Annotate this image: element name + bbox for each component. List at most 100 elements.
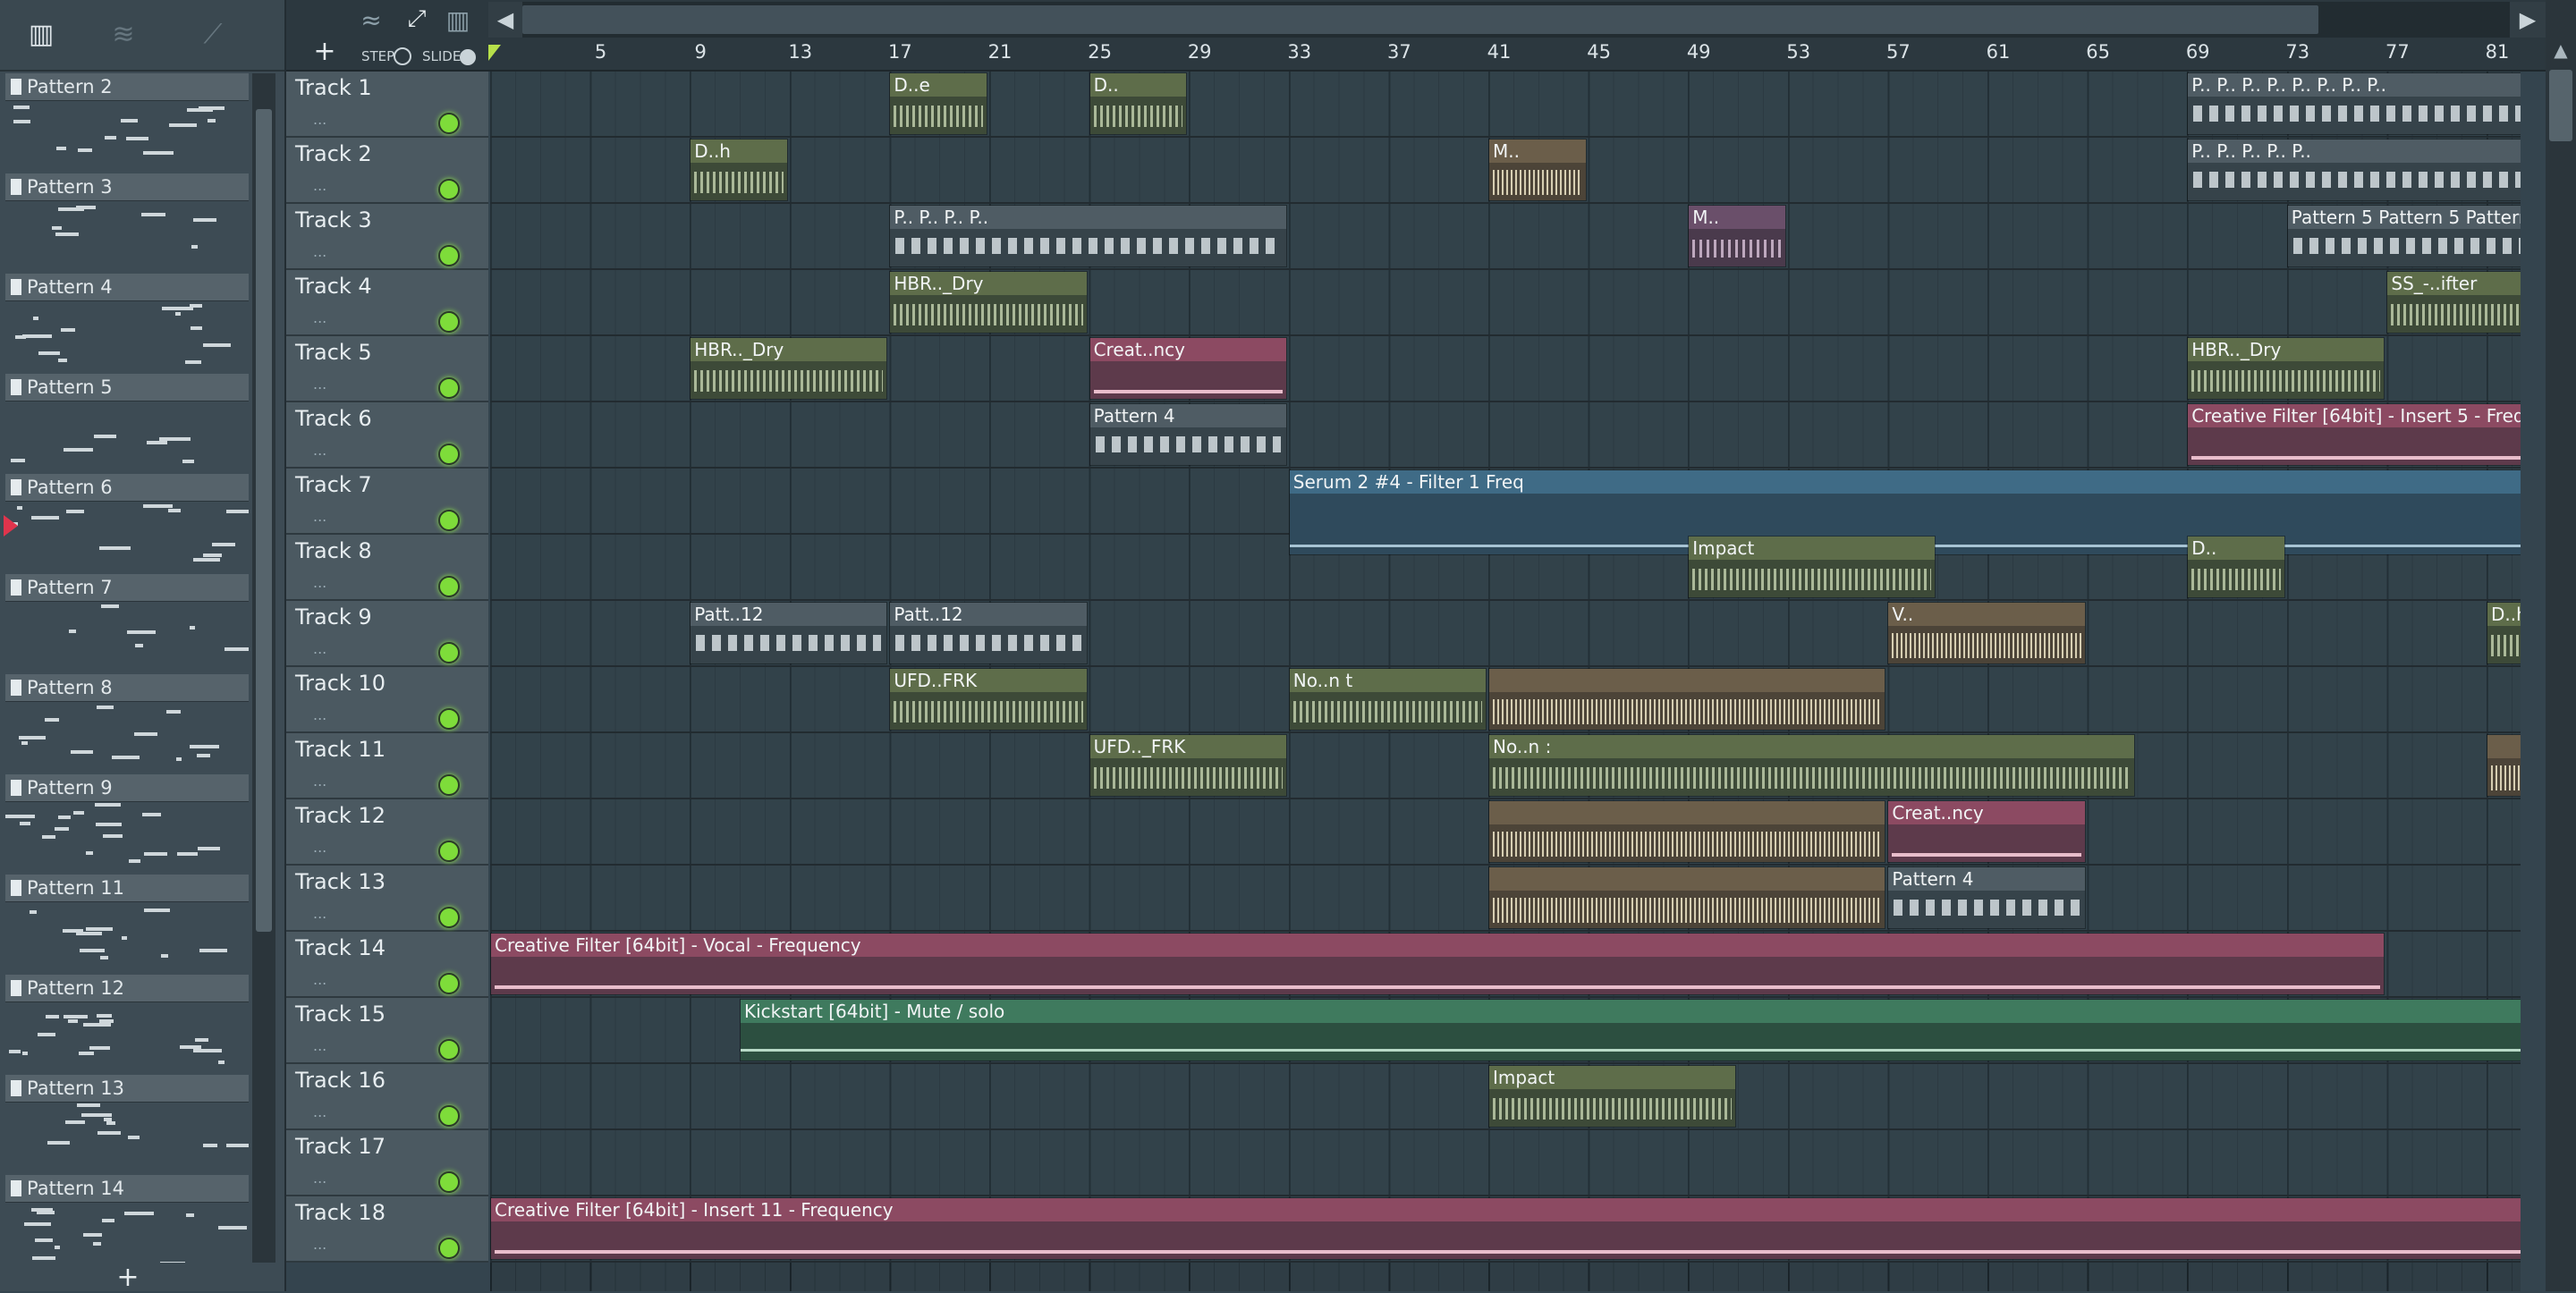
clip-content[interactable] — [1489, 758, 2135, 796]
ruler-tick[interactable]: 49 — [1687, 41, 1711, 63]
picker-scroll-thumb[interactable] — [256, 109, 272, 932]
playlist-clip[interactable]: P.. P.. P.. P.. — [889, 205, 1287, 267]
playlist-clip[interactable]: UFD..FRK — [889, 668, 1088, 731]
track-header[interactable]: Track 9... — [286, 601, 488, 667]
clip-content[interactable] — [691, 626, 887, 663]
clip-label[interactable]: P.. P.. P.. P.. — [890, 206, 1286, 229]
playlist-clip[interactable]: P.. P.. P.. P.. P.. P.. P.. P.. — [2187, 72, 2521, 135]
timeline-ruler[interactable]: 5913172125293337414549535761656973778185… — [490, 41, 2544, 70]
clip-label[interactable]: No..n : — [1489, 735, 2135, 758]
playlist-clip[interactable]: SS_-..ifter — [2386, 271, 2521, 334]
track-options[interactable]: ... — [313, 971, 326, 988]
clip-label[interactable]: Kickstart [64bit] - Mute / solo — [741, 1000, 2521, 1023]
clip-label[interactable]: HBR.._Dry — [2188, 338, 2385, 361]
track-header[interactable]: Track 16... — [286, 1064, 488, 1130]
playlist-clip[interactable]: UFD.._FRK — [1089, 734, 1287, 797]
ruler-tick[interactable]: 41 — [1487, 41, 1512, 63]
ruler-tick[interactable]: 29 — [1188, 41, 1212, 63]
pattern-header[interactable]: Pattern 3 — [5, 173, 249, 201]
clip-label[interactable] — [1489, 867, 1885, 891]
ruler-tick[interactable]: 57 — [1886, 41, 1911, 63]
ruler-tick[interactable]: 21 — [988, 41, 1013, 63]
playlist-clip[interactable] — [1488, 800, 1886, 863]
clip-content[interactable] — [2487, 626, 2521, 663]
track-lane[interactable] — [490, 204, 2521, 270]
playlist-clip[interactable]: Kickstart [64bit] - Mute / solo — [740, 999, 2521, 1061]
clip-content[interactable] — [491, 1221, 2521, 1259]
pattern-header[interactable]: Pattern 12 — [5, 975, 249, 1002]
track-options[interactable]: ... — [313, 640, 326, 657]
clip-label[interactable]: Creat..ncy — [1888, 801, 2085, 824]
track-options[interactable]: ... — [313, 773, 326, 790]
clip-label[interactable] — [1489, 801, 1885, 824]
ruler-tick[interactable]: 73 — [2285, 41, 2309, 63]
pattern-header[interactable]: Pattern 2 — [5, 73, 249, 101]
clip-content[interactable] — [2188, 361, 2385, 399]
playlist-clip[interactable]: Impact — [1488, 1065, 1736, 1128]
playlist-clip[interactable]: D.. — [1089, 72, 1188, 135]
pattern-header[interactable]: Pattern 11 — [5, 875, 249, 902]
track-mute-led[interactable] — [438, 708, 460, 730]
clip-label[interactable]: Patt..12 — [691, 603, 887, 626]
clip-label[interactable]: M.. — [1489, 139, 1586, 163]
ruler-tick[interactable]: 5 — [595, 41, 606, 63]
track-options[interactable]: ... — [313, 442, 326, 459]
pattern-item[interactable]: Pattern 12 — [5, 975, 249, 1075]
playlist-clip[interactable] — [2487, 734, 2521, 797]
playlist-clip[interactable]: Impact — [1688, 536, 1936, 598]
ruler-tick[interactable]: 9 — [695, 41, 707, 63]
track-mute-led[interactable] — [438, 774, 460, 796]
playlist-clip[interactable]: M.. — [1488, 139, 1587, 201]
playlist-clip[interactable]: Creative Filter [64bit] - Vocal - Freque… — [490, 933, 2385, 995]
track-options[interactable]: ... — [313, 905, 326, 922]
clip-label[interactable]: Patt..12 — [890, 603, 1087, 626]
clip-label[interactable]: P.. P.. P.. P.. P.. — [2188, 139, 2521, 163]
clip-content[interactable] — [1489, 692, 1885, 730]
track-mute-led[interactable] — [438, 377, 460, 399]
clip-content[interactable] — [890, 97, 987, 134]
playlist-clip[interactable]: Patt..12 — [889, 602, 1088, 664]
automation-icon[interactable]: ⟋ — [195, 20, 231, 50]
waveform-tool-icon[interactable]: ≈ — [351, 5, 392, 35]
clip-label[interactable]: HBR.._Dry — [691, 338, 887, 361]
track-header[interactable]: Track 2... — [286, 138, 488, 204]
pattern-header[interactable]: Pattern 4 — [5, 274, 249, 301]
clip-label[interactable]: D..h — [691, 139, 787, 163]
clip-label[interactable]: UFD.._FRK — [1089, 735, 1286, 758]
pattern-item[interactable]: Pattern 6 — [5, 474, 249, 574]
track-mute-led[interactable] — [438, 510, 460, 531]
clip-content[interactable] — [691, 163, 787, 200]
clip-content[interactable] — [1888, 626, 2085, 663]
playlist-clip[interactable]: Creative Filter [64bit] - Insert 11 - Fr… — [490, 1197, 2521, 1260]
clip-content[interactable] — [2387, 295, 2521, 333]
ruler-tick[interactable]: 65 — [2086, 41, 2110, 63]
clip-label[interactable]: No..n t — [1289, 669, 1486, 692]
clip-content[interactable] — [1689, 560, 1936, 597]
clip-label[interactable]: Serum 2 #4 - Filter 1 Freq — [1289, 470, 2521, 494]
playlist-clip[interactable]: V.. — [1887, 602, 2086, 664]
horizontal-scroll-thumb[interactable] — [522, 5, 2318, 34]
track-options[interactable]: ... — [313, 1170, 326, 1187]
pattern-item[interactable]: Pattern 9 — [5, 774, 249, 875]
track-header[interactable]: Track 14... — [286, 932, 488, 998]
track-options[interactable]: ... — [313, 1236, 326, 1253]
track-mute-led[interactable] — [438, 642, 460, 663]
track-mute-led[interactable] — [438, 1039, 460, 1061]
track-header[interactable]: Track 11... — [286, 733, 488, 799]
step-sequencer-icon[interactable]: ▥ — [23, 20, 59, 50]
track-header[interactable]: Track 13... — [286, 866, 488, 932]
pattern-header[interactable]: Pattern 5 — [5, 374, 249, 401]
playlist-clip[interactable]: No..n : — [1488, 734, 2136, 797]
vertical-scrollbar[interactable] — [2546, 0, 2576, 1291]
clip-label[interactable] — [2487, 735, 2521, 758]
playlist-clip[interactable]: HBR.._Dry — [2187, 337, 2385, 400]
ruler-tick[interactable]: 17 — [888, 41, 912, 63]
clip-content[interactable] — [1089, 361, 1286, 399]
playlist-clip[interactable]: HBR.._Dry — [889, 271, 1088, 334]
picker-scrollbar[interactable] — [252, 73, 275, 1263]
track-mute-led[interactable] — [438, 1238, 460, 1259]
clip-label[interactable]: V.. — [1888, 603, 2085, 626]
vertical-scroll-thumb[interactable] — [2549, 70, 2572, 141]
ruler-tick[interactable]: 53 — [1786, 41, 1810, 63]
clip-content[interactable] — [890, 626, 1087, 663]
